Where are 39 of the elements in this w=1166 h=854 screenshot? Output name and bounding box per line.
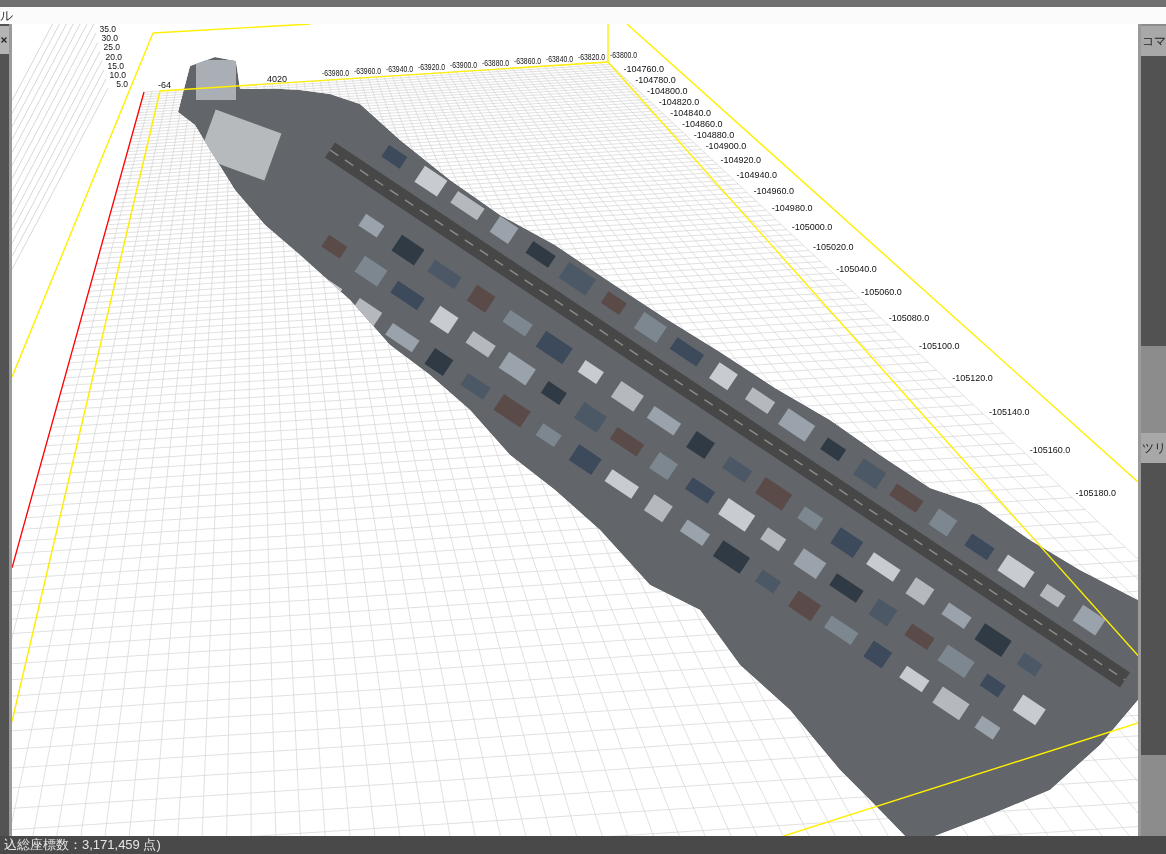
axis-label: 25.0 <box>103 42 120 53</box>
axis-label: 35.0 <box>99 24 116 34</box>
axis-label: -104920.0 <box>720 155 762 166</box>
axis-label: -104900.0 <box>705 141 747 152</box>
axis-label: 20.0 <box>105 51 122 62</box>
axis-label: -104880.0 <box>693 130 735 141</box>
axis-label: -104940.0 <box>736 170 777 181</box>
axis-label: 10.0 <box>109 70 126 80</box>
axis-label: -105080.0 <box>888 313 930 324</box>
axis-label: -105140.0 <box>988 407 1030 417</box>
axis-label: -104840.0 <box>670 108 711 119</box>
panel-tab[interactable] <box>0 26 9 54</box>
axis-label: -63800.0 <box>610 49 644 60</box>
axis-label: -105120.0 <box>952 372 993 383</box>
axis-label: 5.0 <box>116 79 128 90</box>
axis-label: -105060.0 <box>861 287 902 298</box>
scene-viewport[interactable] <box>12 24 1138 836</box>
axis-label: -104980.0 <box>771 203 813 214</box>
axis-label: -104860.0 <box>682 119 723 130</box>
panel-title: ル <box>0 8 13 23</box>
axis-label: 30.0 <box>101 33 118 44</box>
axis-label: -105160.0 <box>1029 445 1071 456</box>
axis-label: -104820.0 <box>658 97 700 108</box>
close-icon[interactable] <box>1 37 7 43</box>
panel-tab[interactable]: コマ <box>1141 26 1166 56</box>
axis-label: -105020.0 <box>813 242 854 252</box>
axis-label: -105180.0 <box>1075 488 1116 499</box>
axis-label: -64 <box>158 80 171 90</box>
axis-label: -104780.0 <box>635 75 676 86</box>
status-text: 込総座標数：3,171,459 点) <box>3 837 161 853</box>
axis-label: -105040.0 <box>836 263 877 274</box>
axis-label: -104800.0 <box>646 86 688 97</box>
panel-tab[interactable]: ツリ <box>1141 433 1166 463</box>
axis-label: -105000.0 <box>791 221 833 232</box>
axis-label: -104760.0 <box>623 64 664 75</box>
axis-label: 4020 <box>267 73 287 84</box>
axis-label: -104960.0 <box>753 186 795 197</box>
axis-label: -105100.0 <box>919 341 960 352</box>
axis-label: 15.0 <box>107 60 124 71</box>
